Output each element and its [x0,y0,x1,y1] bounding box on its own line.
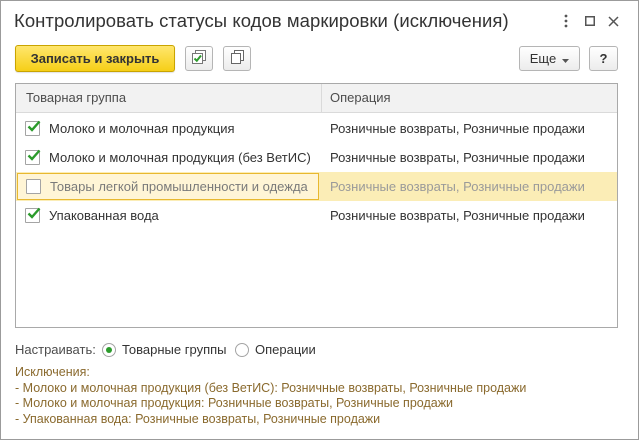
more-button[interactable]: Еще [519,46,580,71]
row-operation: Розничные возвраты, Розничные продажи [330,179,585,194]
chevron-down-icon [562,51,570,66]
product-group-table: Товарная группа Операция Молоко и молочн… [15,83,618,328]
check-all-icon [191,49,207,68]
close-icon[interactable] [605,13,621,29]
more-button-label: Еще [529,51,557,66]
table-header: Товарная группа Операция [16,84,617,113]
dialog-window: Контролировать статусы кодов маркировки … [0,0,639,440]
exceptions-title: Исключения: [15,365,90,379]
exception-line: - Молоко и молочная продукция (без ВетИС… [15,380,527,395]
exception-line: - Молоко и молочная продукция: Розничные… [15,396,454,410]
table-row[interactable]: Молоко и молочная продукция (без ВетИС) … [16,143,617,172]
configure-caption: Настраивать: [15,342,96,357]
configure-mode: Настраивать: Товарные группы Операции [15,341,435,359]
radio-operations-label: Операции [255,342,316,357]
row-group-name: Товары легкой промышленности и одежда [50,179,308,194]
row-checkbox[interactable] [25,120,41,136]
row-checkbox[interactable] [25,207,41,223]
row-group-name: Молоко и молочная продукция (без ВетИС) [49,150,311,165]
column-divider [321,84,322,112]
toolbar: Записать и закрыть Еще ? [1,45,638,73]
more-options-icon[interactable] [558,13,574,29]
row-checkbox[interactable] [25,149,41,165]
copy-icon [229,49,245,68]
column-header-operation[interactable]: Операция [330,84,610,112]
row-operation: Розничные возвраты, Розничные продажи [330,121,585,136]
help-button[interactable]: ? [589,46,618,71]
check-all-button[interactable] [185,46,213,71]
exception-line: - Упакованная вода: Розничные возвраты, … [15,411,381,426]
row-group-name: Упакованная вода [49,208,159,223]
window-title: Контролировать статусы кодов маркировки … [14,10,509,31]
table-row-selected[interactable]: Товары легкой промышленности и одежда Ро… [16,172,617,201]
title-bar: Контролировать статусы кодов маркировки … [1,1,638,41]
copy-button[interactable] [223,46,251,71]
radio-unselected-icon [235,342,249,357]
radio-selected-icon [102,342,116,357]
save-and-close-button[interactable]: Записать и закрыть [15,45,175,72]
row-group-name: Молоко и молочная продукция [49,121,235,136]
row-operation: Розничные возвраты, Розничные продажи [330,150,585,165]
table-row[interactable]: Молоко и молочная продукция Розничные во… [16,114,617,143]
exceptions-summary: Исключения: - Молоко и молочная продукци… [15,365,625,427]
row-operation: Розничные возвраты, Розничные продажи [330,208,585,223]
column-header-group[interactable]: Товарная группа [26,84,319,112]
radio-operations[interactable]: Операции [235,342,316,357]
radio-product-groups[interactable]: Товарные группы [102,342,227,357]
row-checkbox[interactable] [26,179,41,194]
table-row[interactable]: Упакованная вода Розничные возвраты, Роз… [16,201,617,230]
radio-product-groups-label: Товарные группы [122,342,227,357]
maximize-icon[interactable] [582,13,598,29]
